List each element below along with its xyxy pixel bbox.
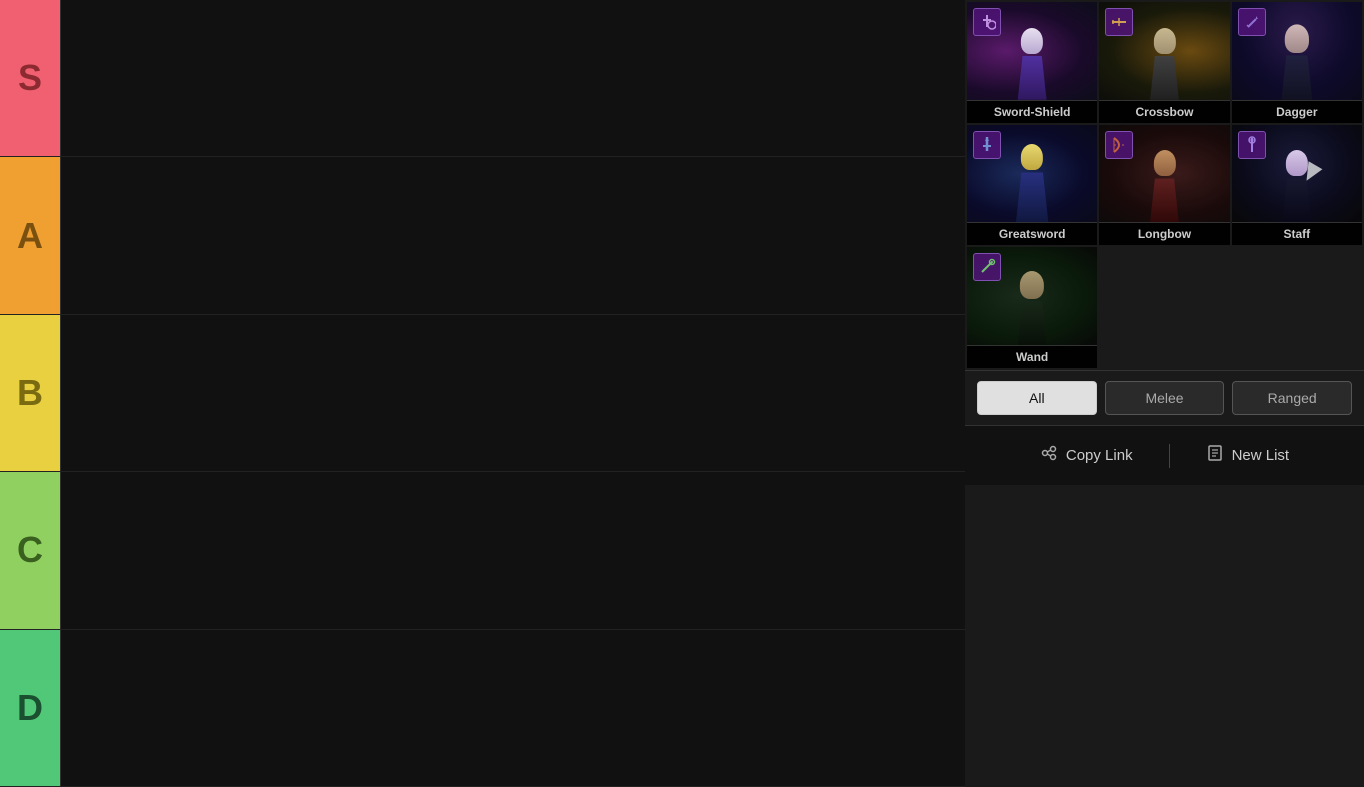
new-list-button[interactable]: New List — [1186, 436, 1310, 475]
tier-row-b: B — [0, 315, 965, 472]
char-art-wand — [980, 267, 1084, 345]
tier-label-d: D — [0, 630, 60, 786]
weapon-img-greatsword — [967, 125, 1097, 223]
tier-content-a[interactable] — [60, 157, 965, 313]
copy-link-icon — [1040, 444, 1058, 467]
weapon-name-longbow: Longbow — [1099, 222, 1229, 245]
filter-all[interactable]: All — [977, 381, 1097, 415]
filter-melee[interactable]: Melee — [1105, 381, 1225, 415]
weapon-img-sword-shield — [967, 2, 1097, 100]
tier-list: S A B C D — [0, 0, 965, 787]
weapon-name-staff: Staff — [1232, 222, 1362, 245]
copy-link-button[interactable]: Copy Link — [1020, 436, 1153, 475]
weapon-name-greatsword: Greatsword — [967, 222, 1097, 245]
char-art-sword-shield — [980, 22, 1084, 100]
tier-row-c: C — [0, 472, 965, 629]
tier-label-b: B — [0, 315, 60, 471]
char-art-staff — [1245, 144, 1349, 222]
tier-row-s: S — [0, 0, 965, 157]
tier-row-d: D — [0, 630, 965, 787]
action-bar: Copy Link New List — [965, 425, 1364, 485]
tier-content-d[interactable] — [60, 630, 965, 786]
weapon-name-sword-shield: Sword-Shield — [967, 100, 1097, 123]
tier-label-c: C — [0, 472, 60, 628]
weapon-card-greatsword[interactable]: Greatsword — [967, 125, 1097, 246]
tier-label-s: S — [0, 0, 60, 156]
right-panel: Sword-Shield — [965, 0, 1364, 787]
action-divider — [1169, 444, 1170, 468]
weapon-name-crossbow: Crossbow — [1099, 100, 1229, 123]
weapon-card-sword-shield[interactable]: Sword-Shield — [967, 2, 1097, 123]
weapon-card-crossbow[interactable]: Crossbow — [1099, 2, 1229, 123]
new-list-icon — [1206, 444, 1224, 467]
new-list-label: New List — [1232, 447, 1290, 464]
tier-label-a: A — [0, 157, 60, 313]
tier-content-b[interactable] — [60, 315, 965, 471]
weapon-img-staff — [1232, 125, 1362, 223]
tier-content-s[interactable] — [60, 0, 965, 156]
copy-link-label: Copy Link — [1066, 447, 1133, 464]
weapon-img-dagger — [1232, 2, 1362, 100]
weapon-grid: Sword-Shield — [965, 0, 1364, 370]
tier-content-c[interactable] — [60, 472, 965, 628]
weapon-card-dagger[interactable]: Dagger — [1232, 2, 1362, 123]
weapon-card-staff[interactable]: Staff — [1232, 125, 1362, 246]
filter-bar: All Melee Ranged — [965, 370, 1364, 425]
weapon-img-longbow — [1099, 125, 1229, 223]
weapon-img-crossbow — [1099, 2, 1229, 100]
char-art-crossbow — [1112, 22, 1216, 100]
tier-row-a: A — [0, 157, 965, 314]
weapon-card-wand[interactable]: Wand — [967, 247, 1097, 368]
filter-ranged[interactable]: Ranged — [1232, 381, 1352, 415]
weapon-name-wand: Wand — [967, 345, 1097, 368]
char-art-dagger — [1245, 22, 1349, 100]
weapon-card-longbow[interactable]: Longbow — [1099, 125, 1229, 246]
weapon-name-dagger: Dagger — [1232, 100, 1362, 123]
char-art-greatsword — [980, 144, 1084, 222]
char-art-longbow — [1112, 144, 1216, 222]
weapon-img-wand — [967, 247, 1097, 345]
